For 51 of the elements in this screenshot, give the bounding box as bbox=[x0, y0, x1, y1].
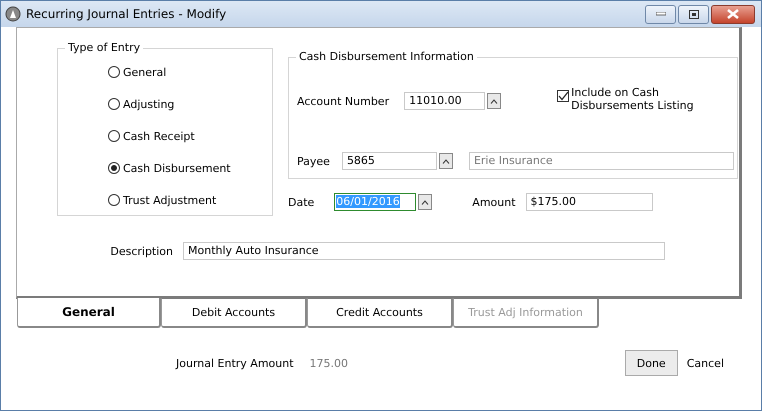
radio-label: Cash Receipt bbox=[123, 130, 195, 142]
close-button[interactable] bbox=[711, 4, 755, 24]
field-label: Amount bbox=[472, 196, 516, 208]
radio-button[interactable] bbox=[108, 194, 120, 206]
caret-icon bbox=[490, 98, 498, 104]
input-field: Erie Insurance bbox=[468, 152, 734, 170]
maximize-icon bbox=[688, 10, 698, 18]
radio-label: Adjusting bbox=[123, 98, 174, 110]
radio-button[interactable] bbox=[108, 162, 120, 174]
tab[interactable]: General bbox=[17, 298, 161, 328]
radio-option[interactable]: Trust Adjustment bbox=[108, 193, 272, 207]
lookup-button[interactable] bbox=[438, 153, 453, 169]
checkbox[interactable] bbox=[557, 90, 570, 102]
total-value: 175.00 bbox=[310, 356, 348, 370]
radio-option[interactable]: Adjusting bbox=[108, 97, 272, 111]
radio-label: Cash Disbursement bbox=[123, 162, 231, 174]
radio-button[interactable] bbox=[108, 130, 120, 142]
radio-option[interactable]: Cash Disbursement bbox=[108, 161, 272, 175]
checkbox-label: Include on Cash Disbursements Listing bbox=[571, 86, 695, 112]
caret-icon bbox=[442, 158, 450, 164]
maximize-button[interactable] bbox=[678, 4, 709, 24]
input-field[interactable]: 5865 bbox=[342, 152, 437, 170]
input-field[interactable]: 11010.00 bbox=[404, 92, 486, 110]
input-field[interactable]: $175.00 bbox=[526, 193, 653, 211]
group-legend: Cash Disbursement Information bbox=[296, 50, 477, 63]
caret-icon bbox=[421, 200, 430, 204]
input-field[interactable]: Monthly Auto Insurance bbox=[183, 242, 665, 260]
minimize-button[interactable] bbox=[645, 4, 676, 24]
group-legend: Type of Entry bbox=[65, 41, 144, 54]
done-button[interactable]: Done bbox=[624, 350, 678, 376]
radio-option[interactable]: General bbox=[108, 65, 272, 79]
app-icon bbox=[5, 6, 21, 22]
field-label: Description bbox=[109, 244, 173, 258]
total-label: Journal Entry Amount bbox=[176, 356, 294, 370]
field-label: Account Number bbox=[297, 94, 390, 108]
tab[interactable]: Debit Accounts bbox=[161, 298, 307, 328]
date-picker-button[interactable] bbox=[418, 194, 432, 210]
field-label: Payee bbox=[297, 154, 330, 168]
minimize-icon bbox=[656, 12, 666, 16]
window-title: Recurring Journal Entries - Modify bbox=[26, 7, 226, 21]
radio-button[interactable] bbox=[108, 98, 120, 110]
radio-label: Trust Adjustment bbox=[123, 194, 216, 206]
radio-option[interactable]: Cash Receipt bbox=[108, 129, 272, 143]
field-label: Date bbox=[288, 196, 314, 208]
radio-label: General bbox=[123, 66, 166, 78]
cancel-link[interactable]: Cancel bbox=[686, 356, 724, 370]
tab[interactable]: Credit Accounts bbox=[307, 298, 453, 328]
lookup-button[interactable] bbox=[487, 93, 502, 109]
radio-button[interactable] bbox=[108, 66, 120, 78]
check-icon bbox=[558, 91, 568, 101]
close-icon bbox=[727, 9, 739, 19]
